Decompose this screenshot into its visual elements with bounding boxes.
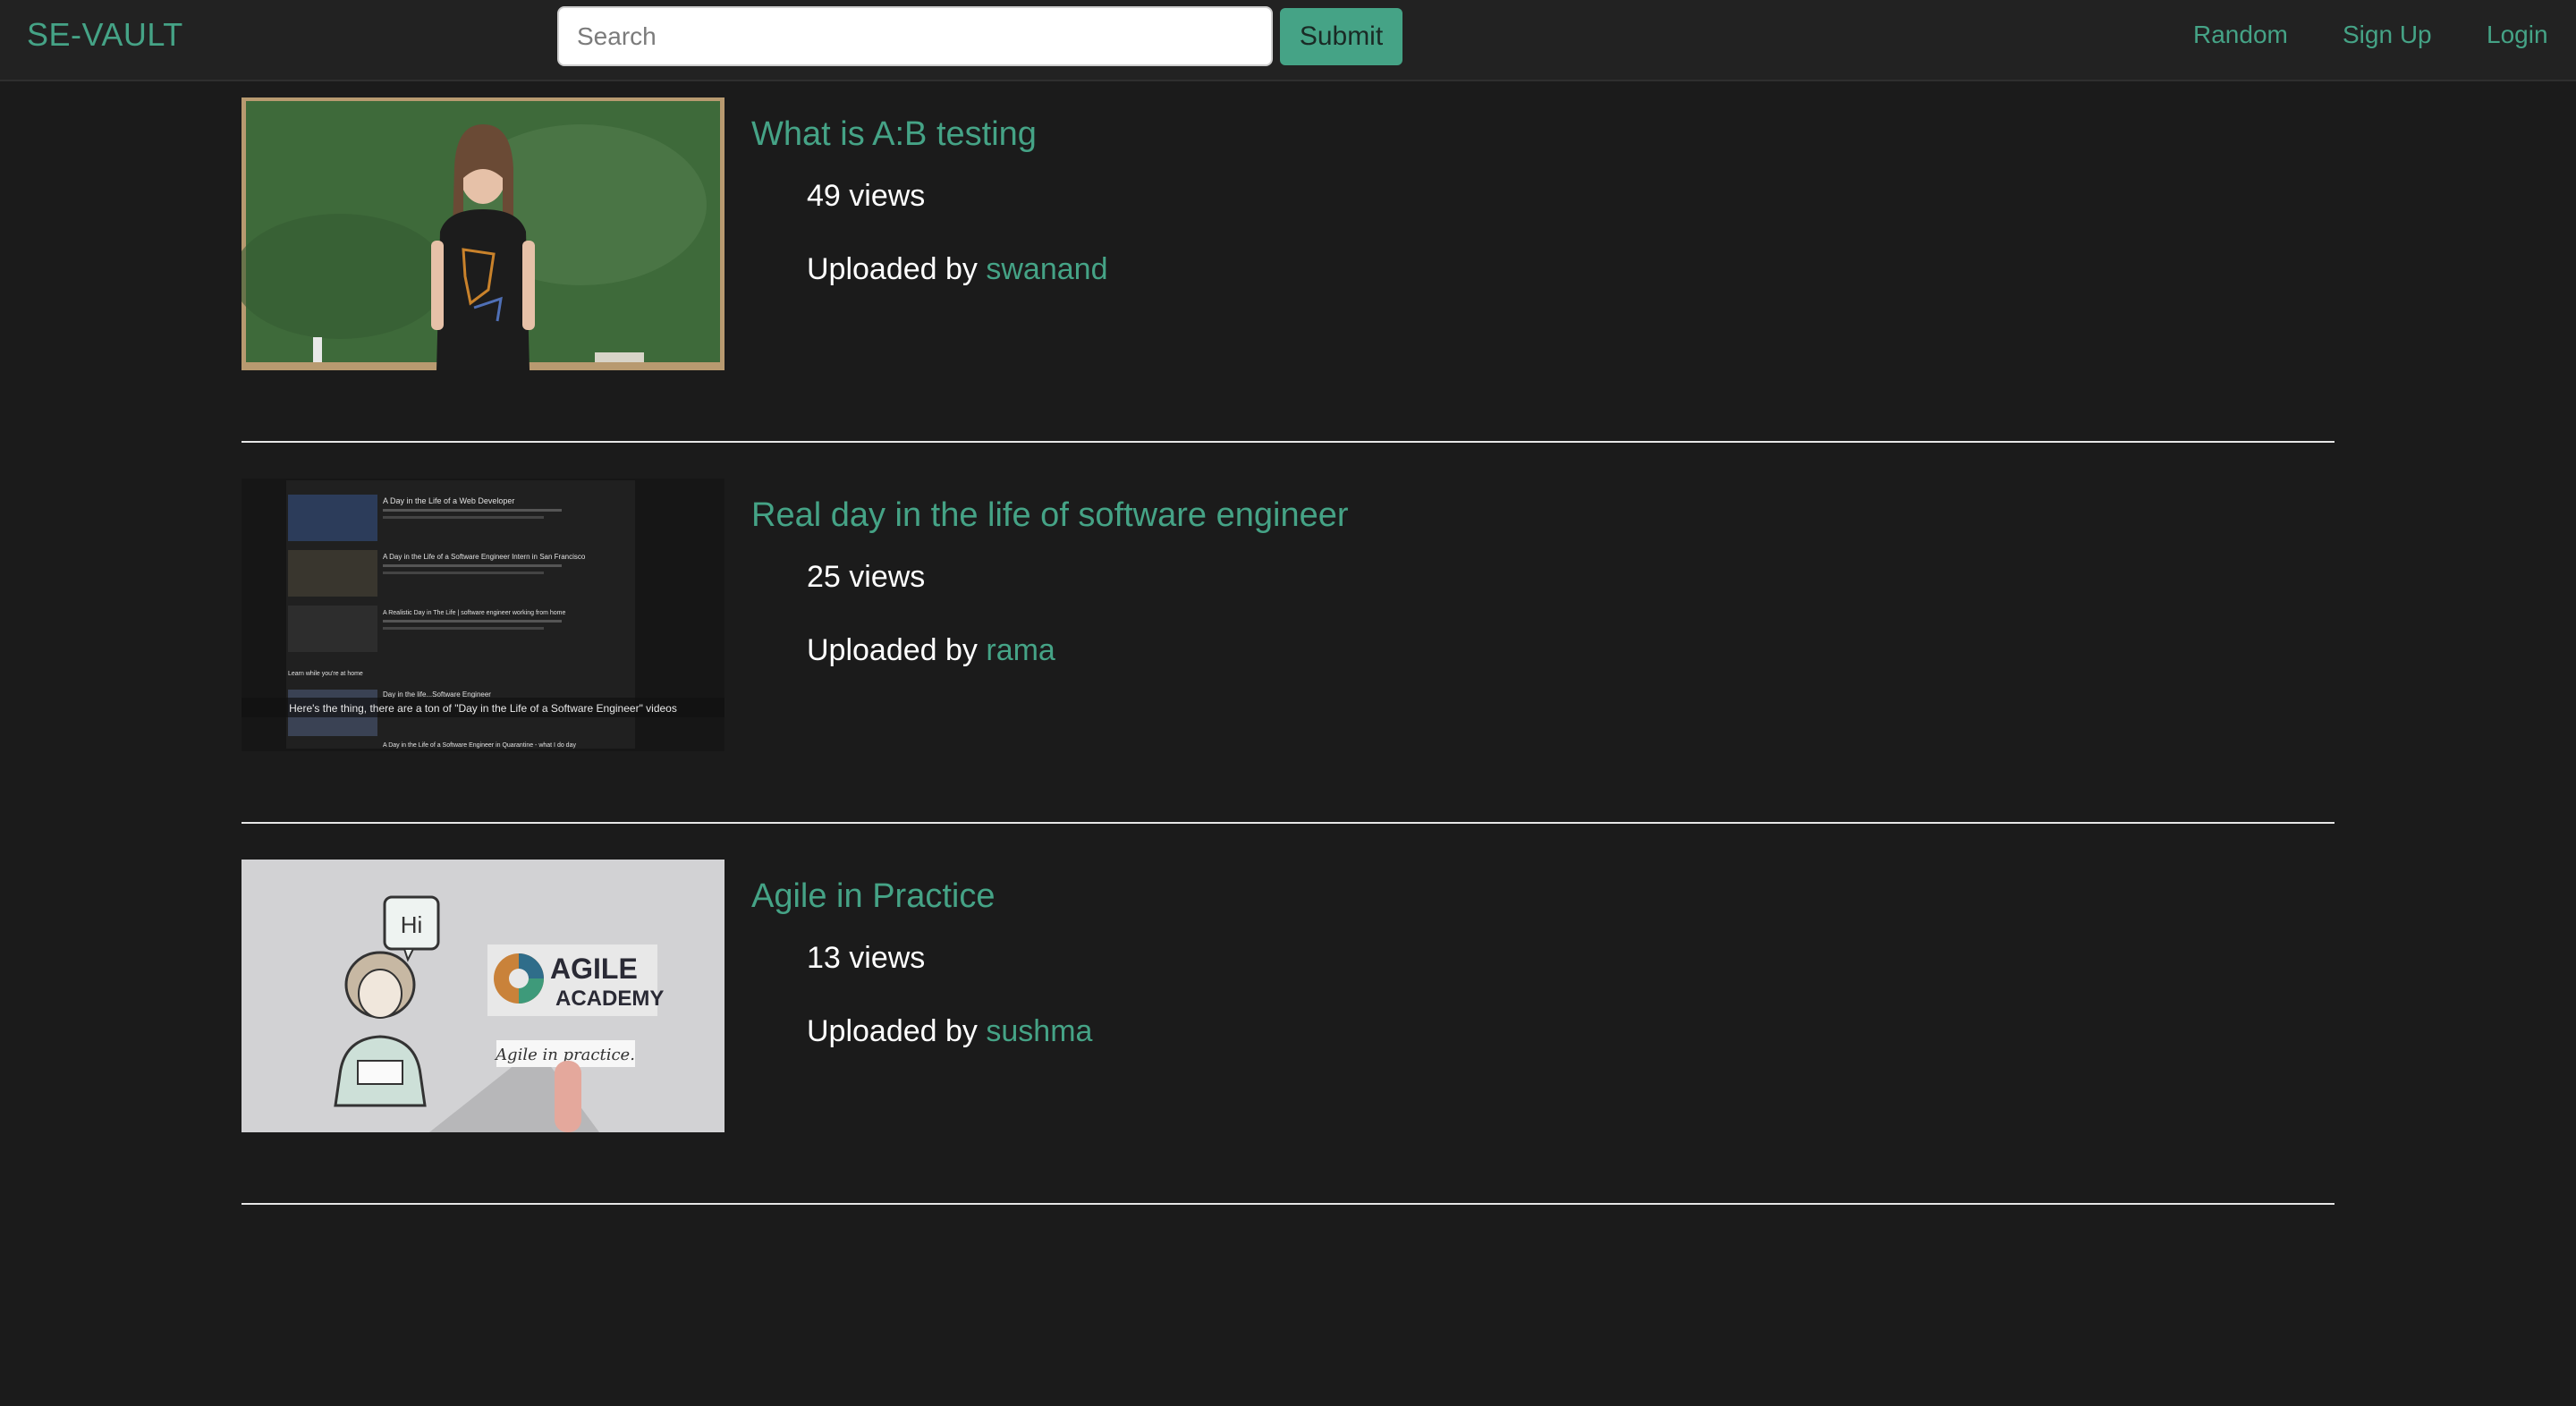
agile-academy-thumbnail: Hi AGILE ACADEMY Agile in practice. (242, 860, 724, 1132)
uploader-line: Uploaded by swanand (807, 252, 1107, 287)
video-title[interactable]: What is A:B testing (751, 115, 1037, 154)
nav-random-link[interactable]: Random (2193, 21, 2288, 49)
uploader-link[interactable]: rama (986, 633, 1055, 667)
view-count: 13 views (807, 941, 926, 975)
uploaded-by-label: Uploaded by (807, 633, 978, 667)
video-list-screenshot-thumbnail: A Day in the Life of a Web Developer A D… (242, 479, 724, 751)
uploader-line: Uploaded by rama (807, 633, 1055, 668)
brand-logo[interactable]: SE-VAULT (27, 16, 183, 54)
uploader-link[interactable]: sushma (986, 1014, 1092, 1048)
video-title[interactable]: Real day in the life of software enginee… (751, 496, 1349, 535)
thumb-list-item: A Day in the Life of a Web Developer (383, 496, 514, 505)
navbar: SE-VAULT Submit Random Sign Up Login (0, 0, 2576, 81)
video-item: Hi AGILE ACADEMY Agile in practice. Agil… (242, 860, 2334, 1205)
logo-line2: ACADEMY (555, 987, 664, 1011)
video-thumbnail[interactable] (242, 97, 724, 370)
view-count: 49 views (807, 179, 926, 213)
uploader-line: Uploaded by sushma (807, 1014, 1092, 1049)
logo-line1: AGILE (550, 953, 638, 985)
video-list: What is A:B testing 49 views Uploaded by… (242, 97, 2334, 1205)
thumb-list-item: A Realistic Day in The Life | software e… (383, 610, 566, 616)
submit-button[interactable]: Submit (1280, 8, 1402, 65)
chalkboard-presenter-thumbnail (242, 97, 724, 370)
video-item: A Day in the Life of a Web Developer A D… (242, 479, 2334, 824)
bubble-text: Hi (401, 911, 423, 938)
thumb-list-item: A Day in the Life of a Software Engineer… (383, 742, 576, 749)
search-input[interactable] (557, 6, 1273, 66)
video-title[interactable]: Agile in Practice (751, 877, 995, 916)
uploader-link[interactable]: swanand (986, 252, 1107, 286)
thumbnail-caption: Here's the thing, there are a ton of "Da… (289, 702, 677, 715)
uploaded-by-label: Uploaded by (807, 252, 978, 286)
video-thumbnail[interactable]: A Day in the Life of a Web Developer A D… (242, 479, 724, 751)
uploaded-by-label: Uploaded by (807, 1014, 978, 1048)
thumb-list-item: A Day in the Life of a Software Engineer… (383, 553, 586, 561)
video-thumbnail[interactable]: Hi AGILE ACADEMY Agile in practice. (242, 860, 724, 1132)
thumb-list-item: Learn while you're at home (288, 671, 363, 677)
nav-login-link[interactable]: Login (2487, 21, 2548, 49)
video-item: What is A:B testing 49 views Uploaded by… (242, 97, 2334, 443)
thumb-list-item: Day in the life...Software Engineer (383, 690, 491, 699)
view-count: 25 views (807, 560, 926, 594)
nav-signup-link[interactable]: Sign Up (2343, 21, 2432, 49)
